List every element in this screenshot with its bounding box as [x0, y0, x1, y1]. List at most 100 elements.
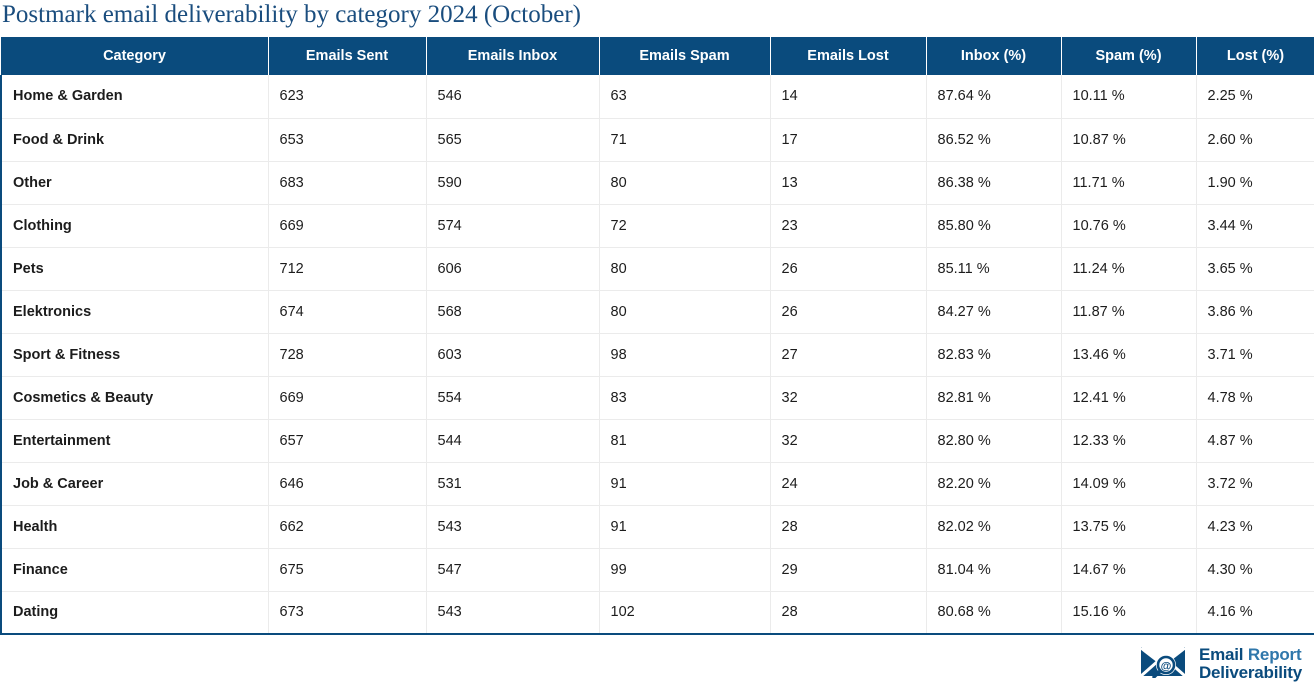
cell-lost-pct: 3.72 %: [1195, 462, 1314, 506]
cell-emails-inbox: 544: [425, 419, 600, 463]
cell-inbox-pct: 82.81 %: [925, 376, 1062, 420]
cell-emails-lost: 26: [769, 247, 927, 291]
cell-emails-sent: 669: [267, 376, 427, 420]
cell-lost-pct: 1.90 %: [1195, 161, 1314, 205]
cell-category: Sport & Fitness: [0, 333, 269, 377]
cell-category: Clothing: [0, 204, 269, 248]
cell-emails-spam: 80: [598, 247, 771, 291]
cell-spam-pct: 14.67 %: [1060, 548, 1197, 592]
cell-spam-pct: 10.87 %: [1060, 118, 1197, 162]
cell-emails-lost: 32: [769, 376, 927, 420]
cell-emails-sent: 623: [267, 75, 427, 119]
cell-emails-sent: 657: [267, 419, 427, 463]
cell-lost-pct: 4.87 %: [1195, 419, 1314, 463]
cell-inbox-pct: 85.11 %: [925, 247, 1062, 291]
cell-inbox-pct: 80.68 %: [925, 591, 1062, 635]
cell-inbox-pct: 85.80 %: [925, 204, 1062, 248]
column-header-emails-inbox[interactable]: Emails Inbox: [425, 37, 600, 75]
deliverability-table: Category Emails Sent Emails Inbox Emails…: [0, 37, 1314, 635]
cell-emails-inbox: 606: [425, 247, 600, 291]
cell-emails-sent: 673: [267, 591, 427, 635]
cell-emails-spam: 80: [598, 161, 771, 205]
cell-emails-sent: 675: [267, 548, 427, 592]
cell-emails-lost: 24: [769, 462, 927, 506]
column-header-lost-pct[interactable]: Lost (%): [1195, 37, 1314, 75]
cell-inbox-pct: 82.02 %: [925, 505, 1062, 549]
table-header: Category Emails Sent Emails Inbox Emails…: [0, 37, 1314, 75]
cell-emails-sent: 712: [267, 247, 427, 291]
cell-category: Health: [0, 505, 269, 549]
cell-emails-lost: 23: [769, 204, 927, 248]
column-header-category[interactable]: Category: [0, 37, 269, 75]
cell-emails-spam: 91: [598, 462, 771, 506]
cell-spam-pct: 12.33 %: [1060, 419, 1197, 463]
footer-logo: @ Email Report Deliverability: [1139, 644, 1302, 683]
cell-emails-inbox: 568: [425, 290, 600, 334]
column-header-emails-lost[interactable]: Emails Lost: [769, 37, 927, 75]
cell-emails-sent: 728: [267, 333, 427, 377]
cell-lost-pct: 2.25 %: [1195, 75, 1314, 119]
cell-category: Home & Garden: [0, 75, 269, 119]
cell-category: Job & Career: [0, 462, 269, 506]
cell-inbox-pct: 86.52 %: [925, 118, 1062, 162]
cell-emails-lost: 17: [769, 118, 927, 162]
table-row: Job & Career 646 531 91 24 82.20 % 14.09 % 3.72…: [0, 462, 1314, 506]
cell-emails-sent: 653: [267, 118, 427, 162]
table-row: Elektronics 674 568 80 26 84.27 % 11.87 % 3.86 …: [0, 290, 1314, 334]
cell-lost-pct: 4.16 %: [1195, 591, 1314, 635]
cell-emails-spam: 63: [598, 75, 771, 119]
table-row: Health 662 543 91 28 82.02 % 13.75 % 4.23 %: [0, 505, 1314, 549]
cell-emails-lost: 32: [769, 419, 927, 463]
table-row: Finance 675 547 99 29 81.04 % 14.67 % 4.30 %: [0, 548, 1314, 592]
cell-emails-lost: 29: [769, 548, 927, 592]
cell-lost-pct: 4.23 %: [1195, 505, 1314, 549]
cell-spam-pct: 10.11 %: [1060, 75, 1197, 119]
cell-emails-sent: 683: [267, 161, 427, 205]
cell-category: Cosmetics & Beauty: [0, 376, 269, 420]
cell-emails-inbox: 565: [425, 118, 600, 162]
cell-emails-spam: 102: [598, 591, 771, 635]
cell-emails-inbox: 543: [425, 591, 600, 635]
cell-spam-pct: 11.71 %: [1060, 161, 1197, 205]
cell-emails-spam: 80: [598, 290, 771, 334]
cell-emails-inbox: 547: [425, 548, 600, 592]
table-row: Other 683 590 80 13 86.38 % 11.71 % 1.90 %: [0, 161, 1314, 205]
column-header-emails-spam[interactable]: Emails Spam: [598, 37, 771, 75]
logo-word-deliverability: Deliverability: [1198, 662, 1302, 682]
table-row: Food & Drink 653 565 71 17 86.52 % 10.87 % 2.60…: [0, 118, 1314, 162]
cell-emails-spam: 83: [598, 376, 771, 420]
column-header-emails-sent[interactable]: Emails Sent: [267, 37, 427, 75]
cell-category: Dating: [0, 591, 269, 635]
cell-emails-lost: 26: [769, 290, 927, 334]
svg-text:@: @: [1161, 661, 1172, 673]
cell-lost-pct: 3.71 %: [1195, 333, 1314, 377]
cell-spam-pct: 14.09 %: [1060, 462, 1197, 506]
page-title: Postmark email deliverability by categor…: [2, 1, 581, 28]
cell-lost-pct: 2.60 %: [1195, 118, 1314, 162]
cell-emails-sent: 646: [267, 462, 427, 506]
table-row: Cosmetics & Beauty 669 554 83 32 82.81 % 12.41…: [0, 376, 1314, 420]
cell-emails-lost: 13: [769, 161, 927, 205]
cell-emails-spam: 99: [598, 548, 771, 592]
cell-emails-sent: 674: [267, 290, 427, 334]
cell-inbox-pct: 81.04 %: [925, 548, 1062, 592]
cell-spam-pct: 13.46 %: [1060, 333, 1197, 377]
cell-lost-pct: 4.78 %: [1195, 376, 1314, 420]
table-row: Sport & Fitness 728 603 98 27 82.83 % 13.46 % 3…: [0, 333, 1314, 377]
cell-emails-sent: 662: [267, 505, 427, 549]
cell-emails-lost: 28: [769, 505, 927, 549]
page-root: Postmark email deliverability by categor…: [0, 0, 1314, 689]
column-header-inbox-pct[interactable]: Inbox (%): [925, 37, 1062, 75]
table-body: Home & Garden 623 546 63 14 87.64 % 10.11 % 2.2…: [0, 75, 1314, 635]
cell-emails-inbox: 546: [425, 75, 600, 119]
cell-spam-pct: 15.16 %: [1060, 591, 1197, 635]
cell-category: Other: [0, 161, 269, 205]
cell-spam-pct: 12.41 %: [1060, 376, 1197, 420]
cell-lost-pct: 3.44 %: [1195, 204, 1314, 248]
cell-category: Entertainment: [0, 419, 269, 463]
cell-emails-sent: 669: [267, 204, 427, 248]
column-header-spam-pct[interactable]: Spam (%): [1060, 37, 1197, 75]
logo-word-email: Email: [1198, 645, 1244, 665]
cell-lost-pct: 3.65 %: [1195, 247, 1314, 291]
logo-word-report: Report: [1247, 645, 1302, 665]
